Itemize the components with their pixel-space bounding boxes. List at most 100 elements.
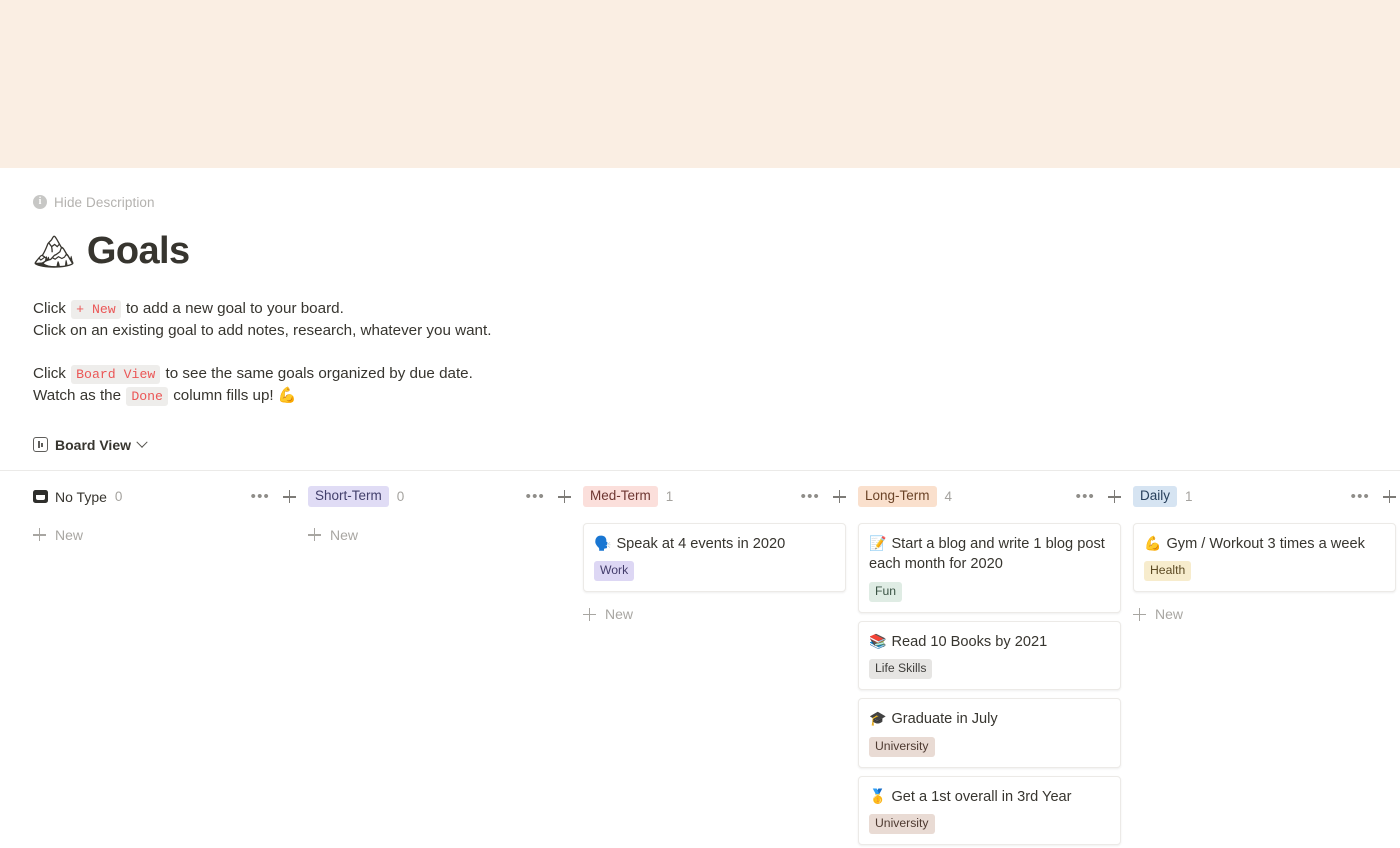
add-card-icon[interactable]	[1108, 490, 1121, 504]
column-actions: •••	[1076, 489, 1121, 504]
description-line-3: Click Board View to see the same goals o…	[33, 363, 1400, 386]
info-icon: i	[33, 195, 47, 209]
board-card[interactable]: 📚 Read 10 Books by 2021 Life Skills	[858, 620, 1121, 691]
new-card-label: New	[605, 606, 634, 623]
new-card-button[interactable]: New	[33, 523, 83, 547]
desc-1-post: to add a new goal to your board.	[125, 299, 344, 317]
card-title-text: Start a blog and write 1 blog post each …	[869, 535, 1105, 573]
column-title-wrap: Long-Term 4	[858, 486, 1076, 508]
more-options-icon[interactable]: •••	[526, 489, 545, 504]
desc-1-pre: Click	[33, 299, 66, 317]
new-card-label: New	[330, 526, 359, 543]
view-switcher-label: Board View	[55, 436, 131, 453]
board-card[interactable]: 🥇 Get a 1st overall in 3rd Year University	[858, 775, 1121, 846]
inbox-icon	[33, 490, 48, 504]
chevron-down-icon	[136, 436, 148, 448]
card-emoji-icon: 🥇	[869, 787, 887, 804]
card-title-text: Graduate in July	[891, 711, 998, 728]
board-column: Long-Term 4 ••• 📝 Start a blog and write 1 b…	[858, 485, 1133, 848]
desc-4-pre: Watch as the	[33, 387, 122, 405]
card-title: 📚 Read 10 Books by 2021	[869, 631, 1110, 653]
column-title-wrap: Short-Term 0	[308, 486, 526, 508]
new-card-button[interactable]: New	[1133, 602, 1183, 626]
column-header: Daily 1 •••	[1133, 485, 1400, 509]
column-body: 🗣️ Speak at 4 events in 2020 Work New	[583, 522, 858, 627]
card-emoji-icon: 📚	[869, 632, 887, 649]
new-card-button[interactable]: New	[583, 602, 633, 626]
column-body: New	[33, 523, 308, 547]
view-switcher-board-view[interactable]: Board View	[33, 434, 148, 456]
card-category-tag: Work	[594, 561, 635, 582]
description-line-1: Click + New to add a new goal to your bo…	[33, 298, 1400, 321]
description-line-2: Click on an existing goal to add notes, …	[33, 322, 492, 340]
column-body: 💪 Gym / Workout 3 times a week Health New	[1133, 522, 1400, 627]
column-header: No Type 0 •••	[33, 485, 308, 509]
new-card-button[interactable]: New	[308, 523, 358, 547]
more-options-icon[interactable]: •••	[251, 489, 270, 504]
hide-description-button[interactable]: i Hide Description	[33, 193, 155, 211]
column-body: New	[308, 523, 583, 547]
card-title: 🥇 Get a 1st overall in 3rd Year	[869, 786, 1110, 808]
card-emoji-icon: 💪	[1144, 534, 1162, 551]
card-title: 💪 Gym / Workout 3 times a week	[1144, 533, 1385, 555]
column-header: Med-Term 1 •••	[583, 485, 858, 509]
card-emoji-icon: 🎓	[869, 710, 887, 727]
page-content: i Hide Description 🏔 Goals Click + New t…	[0, 193, 1400, 848]
column-name-tag: Med-Term	[583, 486, 658, 508]
column-card-count: 1	[1185, 489, 1193, 505]
column-header: Short-Term 0 •••	[308, 485, 583, 509]
add-card-icon[interactable]	[833, 490, 846, 504]
board-view-code-chip: Board View	[71, 364, 161, 384]
desc-3-post: to see the same goals organized by due d…	[165, 364, 473, 382]
column-header: Long-Term 4 •••	[858, 485, 1133, 509]
board-view-icon	[33, 437, 48, 453]
done-code-chip: Done	[126, 387, 168, 407]
column-actions: •••	[526, 489, 571, 504]
column-title-wrap: No Type 0	[33, 489, 251, 505]
board-column: No Type 0 ••• New	[33, 485, 308, 848]
desc-4-post: column fills up! 💪	[173, 387, 297, 405]
column-card-count: 4	[944, 489, 953, 505]
column-name-tag: Daily	[1133, 486, 1178, 508]
column-card-count: 0	[114, 489, 123, 505]
card-title: 📝 Start a blog and write 1 blog post each…	[869, 533, 1110, 575]
more-options-icon[interactable]: •••	[1076, 489, 1095, 504]
page-description: Click + New to add a new goal to your bo…	[33, 298, 1400, 408]
column-card-count: 1	[665, 489, 674, 505]
board-divider	[0, 469, 1400, 471]
column-title-wrap: Med-Term 1	[583, 486, 801, 508]
add-card-icon[interactable]	[1383, 490, 1396, 504]
column-actions: •••	[1351, 489, 1396, 504]
new-code-chip: + New	[71, 299, 121, 319]
card-emoji-icon: 📝	[869, 534, 887, 551]
board-card[interactable]: 📝 Start a blog and write 1 blog post each…	[858, 522, 1121, 613]
board-card[interactable]: 💪 Gym / Workout 3 times a week Health	[1133, 522, 1396, 593]
card-title-text: Speak at 4 events in 2020	[616, 535, 786, 552]
card-title-text: Get a 1st overall in 3rd Year	[891, 788, 1072, 805]
add-card-icon[interactable]	[558, 490, 571, 504]
more-options-icon[interactable]: •••	[801, 489, 820, 504]
board-column: Short-Term 0 ••• New	[308, 485, 583, 848]
description-line-4: Watch as the Done column fills up! 💪	[33, 385, 1400, 408]
board-column: Daily 1 ••• 💪 Gym / Workout 3 times a week He…	[1133, 485, 1400, 848]
plus-icon	[583, 607, 596, 621]
column-actions: •••	[801, 489, 846, 504]
new-card-label: New	[1155, 606, 1184, 623]
column-name: No Type	[33, 489, 107, 505]
card-category-tag: Fun	[869, 581, 903, 602]
card-category-tag: University	[869, 814, 935, 835]
new-card-label: New	[55, 526, 84, 543]
card-category-tag: Health	[1144, 561, 1192, 582]
column-actions: •••	[251, 489, 296, 504]
kanban-board: No Type 0 ••• New Short-Term 0 ••• New Med-Term 1…	[33, 485, 1400, 848]
column-title-wrap: Daily 1	[1133, 486, 1351, 508]
board-card[interactable]: 🎓 Graduate in July University	[858, 698, 1121, 768]
page-root: i Hide Description 🏔 Goals Click + New t…	[0, 0, 1400, 848]
card-title: 🎓 Graduate in July	[869, 708, 1110, 730]
column-name-label: No Type	[55, 488, 107, 505]
board-card[interactable]: 🗣️ Speak at 4 events in 2020 Work	[583, 522, 846, 593]
board-column: Med-Term 1 ••• 🗣️ Speak at 4 events in 2020 W…	[583, 485, 858, 848]
column-name-tag: Short-Term	[308, 486, 389, 508]
add-card-icon[interactable]	[283, 490, 296, 504]
more-options-icon[interactable]: •••	[1351, 489, 1370, 504]
